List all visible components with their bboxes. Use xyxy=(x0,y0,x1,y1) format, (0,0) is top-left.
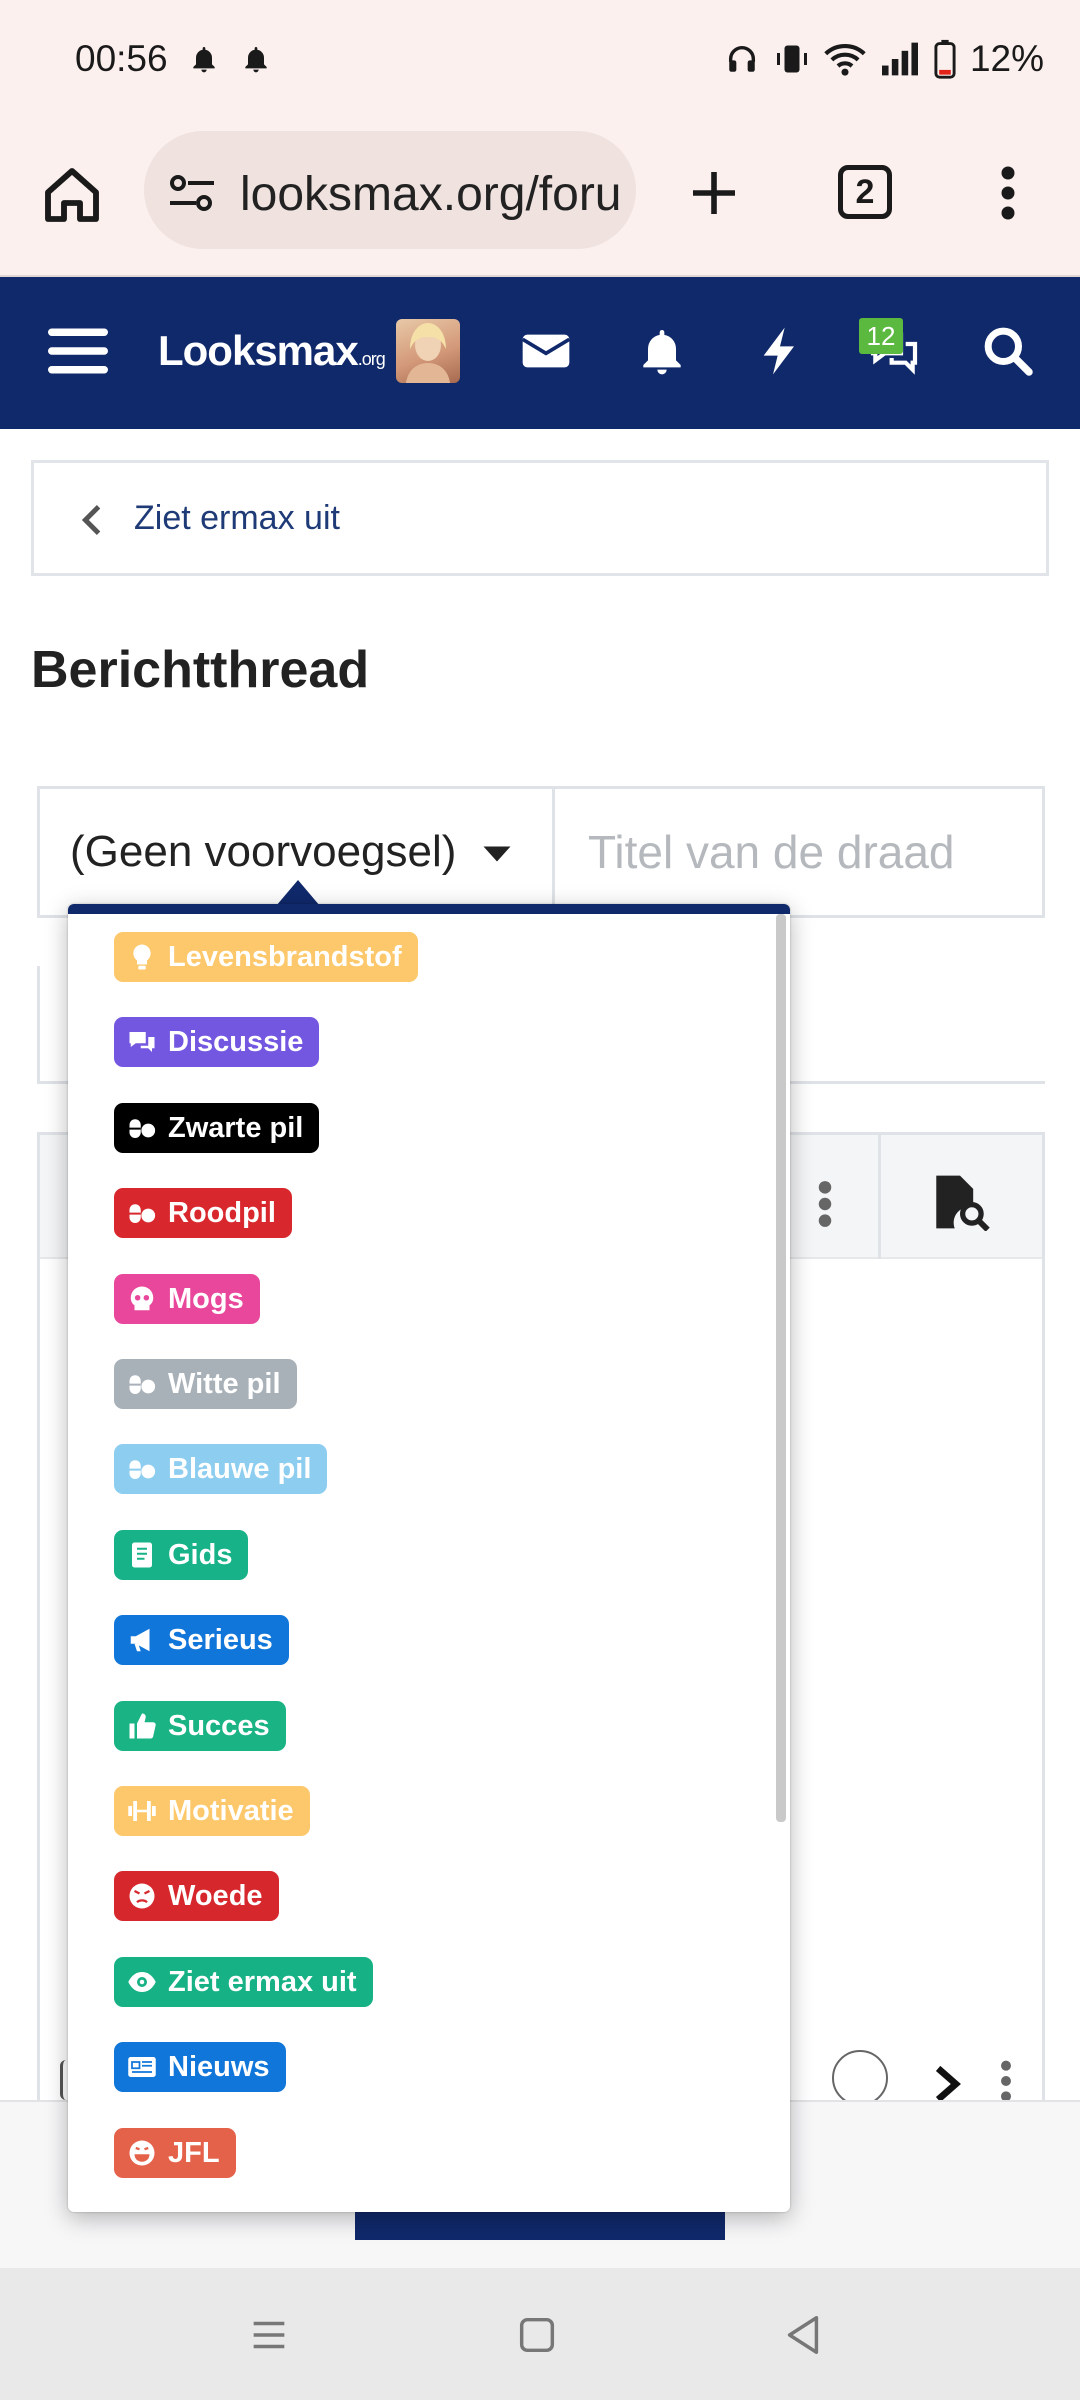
prefix-dropdown: Levensbrandstof Discussie Zwarte pil Roodpi… xyxy=(68,904,790,2212)
home-icon[interactable] xyxy=(40,163,104,227)
prefix-option-label: Serieus xyxy=(168,1623,273,1656)
prefix-option[interactable]: Witte pil xyxy=(114,1359,297,1409)
prefix-option[interactable]: Levensbrandstof xyxy=(114,932,418,982)
skull-icon xyxy=(130,1286,154,1311)
notification-bell-icon xyxy=(245,47,267,73)
eye-icon xyxy=(128,1972,156,1992)
prefix-option-label: Witte pil xyxy=(168,1367,281,1400)
site-logo[interactable]: Looksmax.org xyxy=(158,327,386,375)
search-icon[interactable] xyxy=(980,323,1036,379)
status-bar: 00:56 12% xyxy=(0,0,1080,125)
battery-percent: 12% xyxy=(969,38,1044,79)
prefix-option-label: Zwarte pil xyxy=(168,1111,304,1144)
dropdown-scrollbar[interactable] xyxy=(776,914,786,1822)
thread-title-row: (Geen voorvoegsel) xyxy=(37,786,1045,918)
preview-icon[interactable] xyxy=(928,1173,992,1231)
angry-face-icon xyxy=(129,1883,155,1909)
prefix-option[interactable]: Woede xyxy=(114,1871,279,1921)
prefix-option[interactable]: Blauwe pil xyxy=(114,1444,328,1494)
url-text: looksmax.org/foru xyxy=(240,168,622,221)
prefix-option-label: Gids xyxy=(168,1538,233,1571)
prefix-option[interactable]: Roodpil xyxy=(114,1188,292,1238)
megaphone-icon xyxy=(130,1628,150,1652)
battery-icon xyxy=(934,39,956,79)
address-bar[interactable]: looksmax.org/foru xyxy=(144,131,636,249)
vibrate-icon xyxy=(776,45,807,73)
prefix-option-label: Blauwe pil xyxy=(168,1452,312,1485)
site-header: Looksmax.org xyxy=(0,277,1080,429)
prefix-option-label: Mogs xyxy=(168,1282,244,1315)
prefix-option[interactable]: Ziet ermax uit xyxy=(114,1957,373,2007)
alerts-bell-icon[interactable] xyxy=(634,323,690,379)
dropdown-pointer xyxy=(276,880,320,906)
prefix-option-label: Discussie xyxy=(168,1025,304,1058)
new-tab-icon[interactable] xyxy=(686,165,742,221)
recents-icon[interactable] xyxy=(246,2312,292,2358)
prefix-option[interactable]: Gids xyxy=(114,1530,249,1580)
browser-toolbar: looksmax.org/foru 2 xyxy=(0,125,1080,277)
tab-switcher-button[interactable]: 2 xyxy=(838,165,892,219)
page-title: Berichtthread xyxy=(31,641,370,699)
status-right-icons: 12% xyxy=(724,38,1044,80)
mail-icon[interactable] xyxy=(518,323,574,379)
prefix-option[interactable]: Succes xyxy=(114,1701,286,1751)
prefix-option[interactable]: Motivatie xyxy=(114,1786,310,1836)
smilie-face-icon[interactable] xyxy=(832,2050,888,2106)
prefix-select-value: (Geen voorvoegsel) xyxy=(70,827,457,876)
notification-bell-icon xyxy=(193,47,215,73)
thread-title-input[interactable] xyxy=(558,789,1042,915)
prefix-option[interactable]: Zwarte pil xyxy=(114,1103,320,1153)
prefix-option[interactable]: Discussie xyxy=(114,1017,320,1067)
status-time: 00:56 xyxy=(75,38,168,79)
breadcrumb[interactable]: Ziet ermax uit xyxy=(31,460,1049,576)
prefix-option[interactable]: Nieuws xyxy=(114,2042,286,2092)
more-menu-icon[interactable] xyxy=(994,163,1022,223)
more-vertical-icon[interactable] xyxy=(998,2058,1014,2104)
chevron-right-icon[interactable] xyxy=(930,2064,964,2104)
prefix-option-label: Woede xyxy=(168,1879,263,1912)
pills-icon xyxy=(129,1204,156,1223)
chevron-left-icon xyxy=(81,505,101,535)
headphones-icon xyxy=(728,46,755,72)
prefix-option-label: JFL xyxy=(168,2136,220,2169)
breadcrumb-label[interactable]: Ziet ermax uit xyxy=(134,499,340,538)
dropdown-header-bar xyxy=(68,904,790,914)
newspaper-icon xyxy=(128,2057,156,2077)
home-nav-icon[interactable] xyxy=(514,2312,560,2358)
prefix-option[interactable]: Serieus xyxy=(114,1615,289,1665)
lightning-icon[interactable] xyxy=(752,323,808,379)
more-options-icon[interactable] xyxy=(816,1179,834,1229)
site-settings-icon[interactable] xyxy=(168,173,216,213)
prefix-option-label: Nieuws xyxy=(168,2050,270,2083)
laugh-icon xyxy=(129,2140,155,2166)
signal-icon xyxy=(881,42,918,76)
prefix-option-label: Ziet ermax uit xyxy=(168,1965,357,1998)
prefix-option-label: Succes xyxy=(168,1709,270,1742)
system-nav-bar xyxy=(0,2268,1080,2400)
wifi-icon xyxy=(824,43,866,76)
hamburger-menu-icon[interactable] xyxy=(48,325,108,377)
thumbs-up-icon xyxy=(129,1713,156,1739)
lightbulb-icon xyxy=(133,944,151,970)
book-icon xyxy=(132,1542,152,1568)
pills-icon xyxy=(129,1460,156,1479)
caret-down-icon xyxy=(483,846,511,862)
prefix-option[interactable]: Mogs xyxy=(114,1274,260,1324)
prefix-option-label: Roodpil xyxy=(168,1196,276,1229)
prefix-option[interactable]: JFL xyxy=(114,2128,236,2178)
prefix-option-label: Motivatie xyxy=(168,1794,294,1827)
pills-icon xyxy=(129,1375,156,1394)
toolbar-divider xyxy=(878,1135,881,1259)
dumbbell-icon xyxy=(128,1801,156,1821)
pills-icon xyxy=(129,1119,156,1138)
prefix-option-label: Levensbrandstof xyxy=(168,940,402,973)
comments-icon xyxy=(129,1032,155,1052)
back-icon[interactable] xyxy=(780,2312,826,2358)
user-avatar[interactable] xyxy=(396,319,460,383)
messages-count-badge: 12 xyxy=(859,318,903,354)
